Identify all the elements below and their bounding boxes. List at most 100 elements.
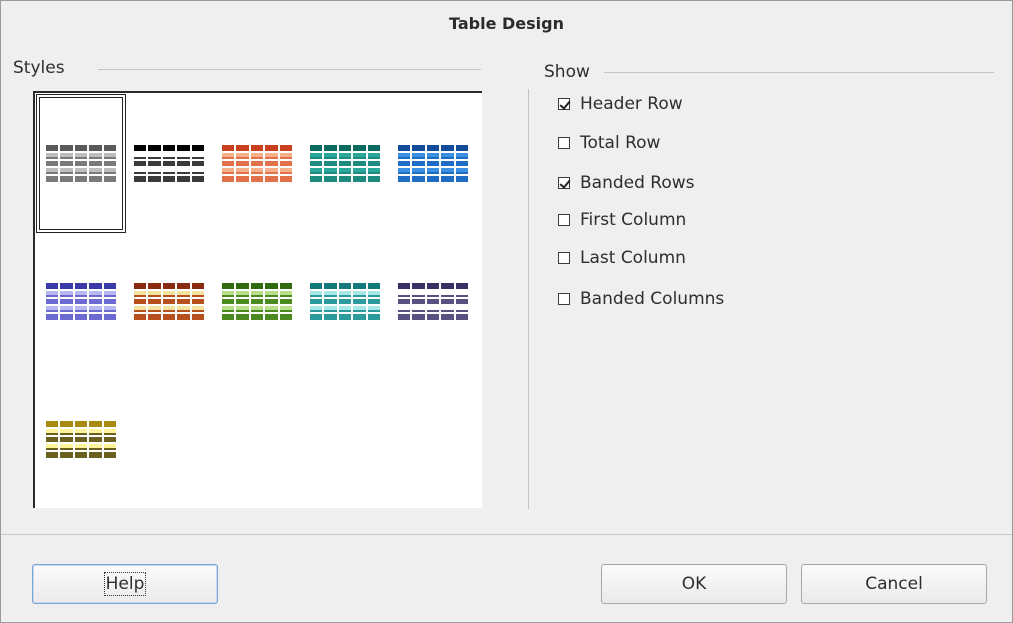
preview-cell (265, 298, 278, 305)
preview-cell (60, 444, 73, 451)
preview-cell (353, 152, 366, 159)
cancel-button[interactable]: Cancel (801, 564, 987, 604)
preview-cell (60, 160, 73, 167)
checkbox-box[interactable] (558, 252, 570, 264)
preview-cell (89, 421, 102, 427)
preview-cell (134, 168, 147, 175)
banded-columns-checkbox[interactable]: Banded Columns (558, 287, 724, 311)
preview-cell (250, 160, 264, 167)
last-column-checkbox[interactable]: Last Column (558, 246, 686, 270)
checkbox-box[interactable] (558, 177, 570, 189)
preview-cell (265, 152, 278, 159)
preview-cell (441, 314, 454, 320)
table-style-brown-yellow[interactable] (125, 233, 213, 370)
preview-cell (412, 152, 425, 159)
preview-cell (426, 314, 440, 320)
preview-cell (134, 283, 147, 289)
checkbox-box[interactable] (558, 214, 570, 226)
help-button[interactable]: Help (32, 564, 218, 604)
first-column-checkbox[interactable]: First Column (558, 208, 686, 232)
preview-cell (265, 160, 278, 167)
preview-cell (74, 176, 88, 182)
help-button-label: Help (103, 572, 147, 596)
preview-cell (103, 145, 116, 151)
preview-cell (46, 283, 59, 289)
table-style-lavender[interactable] (37, 233, 125, 370)
preview-cell (177, 145, 190, 151)
table-style-orange[interactable] (213, 95, 301, 232)
preview-cell (279, 283, 292, 289)
preview-cell (148, 145, 161, 151)
preview-cell (148, 283, 161, 289)
preview-cell (324, 152, 337, 159)
preview-cell (455, 160, 468, 167)
preview-cell (426, 168, 440, 175)
preview-cell (60, 306, 73, 313)
preview-cell (191, 306, 204, 313)
preview-cell (60, 452, 73, 458)
preview-cell (426, 306, 440, 313)
preview-cell (367, 176, 380, 182)
table-style-default[interactable] (36, 94, 126, 233)
table-style-teal[interactable] (301, 233, 389, 370)
preview-cell (177, 290, 190, 297)
preview-cell (103, 283, 116, 289)
preview-cell (222, 160, 235, 167)
show-frame-label: Show (544, 62, 590, 82)
table-style-turquoise[interactable] (301, 95, 389, 232)
preview-cell (324, 306, 337, 313)
preview-cell (236, 314, 249, 320)
preview-cell (134, 290, 147, 297)
table-style-gray-purple[interactable] (389, 233, 477, 370)
ok-button[interactable]: OK (601, 564, 787, 604)
table-style-green[interactable] (213, 233, 301, 370)
preview-cell (279, 306, 292, 313)
preview-cell (338, 298, 352, 305)
preview-cell (398, 306, 411, 313)
checkbox-box[interactable] (558, 98, 570, 110)
preview-cell (46, 421, 59, 427)
checkbox-box[interactable] (558, 137, 570, 149)
checkbox-box[interactable] (558, 293, 570, 305)
preview-cell (455, 168, 468, 175)
preview-cell (191, 290, 204, 297)
preview-cell (455, 314, 468, 320)
preview-cell (148, 168, 161, 175)
banded-rows-checkbox[interactable]: Banded Rows (558, 171, 695, 195)
preview-cell (89, 314, 102, 320)
preview-cell (398, 290, 411, 297)
preview-cell (89, 152, 102, 159)
table-style-preview (222, 145, 292, 182)
preview-cell (367, 290, 380, 297)
preview-cell (367, 314, 380, 320)
preview-cell (338, 176, 352, 182)
table-style-blue[interactable] (389, 95, 477, 232)
preview-cell (60, 314, 73, 320)
preview-cell (103, 444, 116, 451)
preview-cell (338, 314, 352, 320)
preview-cell (46, 428, 59, 435)
table-style-yellow[interactable] (37, 371, 125, 508)
header-row-checkbox[interactable]: Header Row (558, 92, 683, 116)
preview-cell (250, 306, 264, 313)
preview-cell (324, 298, 337, 305)
last-column-label: Last Column (580, 248, 686, 268)
preview-cell (60, 298, 73, 305)
preview-cell (338, 168, 352, 175)
preview-cell (265, 306, 278, 313)
preview-cell (310, 168, 323, 175)
preview-cell (177, 152, 190, 159)
preview-cell (250, 314, 264, 320)
styles-list[interactable] (33, 91, 482, 508)
preview-cell (134, 145, 147, 151)
preview-cell (134, 306, 147, 313)
styles-frame-line (98, 69, 481, 70)
table-style-black[interactable] (125, 95, 213, 232)
preview-cell (367, 160, 380, 167)
preview-cell (89, 160, 102, 167)
total-row-checkbox[interactable]: Total Row (558, 131, 660, 155)
preview-cell (74, 436, 88, 443)
preview-cell (162, 152, 176, 159)
preview-cell (74, 421, 88, 427)
preview-cell (265, 176, 278, 182)
